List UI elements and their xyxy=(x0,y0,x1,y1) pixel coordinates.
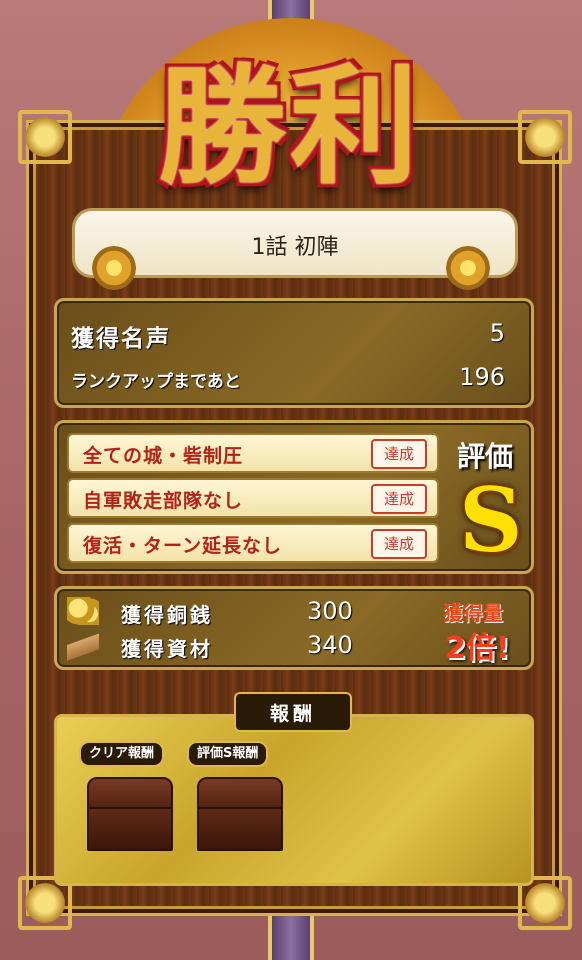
condition-row: 復活・ターン延長なし 達成 xyxy=(67,523,439,563)
reward-header: 報酬 xyxy=(234,692,352,732)
condition-label: 全ての城・砦制圧 xyxy=(83,445,244,467)
reward-header-label: 報酬 xyxy=(269,703,316,725)
conditions-panel: 全ての城・砦制圧 達成 自軍敗走部隊なし 達成 復活・ターン延長なし 達成 評価… xyxy=(54,420,534,574)
fame-label: 獲得名声 xyxy=(71,326,171,352)
coins-icon xyxy=(67,597,99,625)
chrysanthemum-icon xyxy=(92,246,136,290)
copper-coins-label: 獲得銅銭 xyxy=(121,603,213,627)
achieved-stamp: 達成 xyxy=(371,529,427,559)
rank-up-value: 196 xyxy=(459,363,505,391)
copper-coins-value: 300 xyxy=(307,597,353,625)
victory-title: 勝利 xyxy=(157,52,422,202)
treasure-chest-icon[interactable] xyxy=(87,777,173,851)
rewards-panel: クリア報酬 評価S報酬 xyxy=(54,714,534,886)
materials-label: 獲得資材 xyxy=(121,637,213,661)
condition-row: 全ての城・砦制圧 達成 xyxy=(67,433,439,473)
fame-panel: 獲得名声 5 ランクアップまであと 196 xyxy=(54,298,534,408)
bonus-label: 獲得量 xyxy=(443,601,503,625)
bonus-value: 2倍! xyxy=(445,631,510,666)
condition-label: 自軍敗走部隊なし xyxy=(83,490,244,512)
rank-up-label: ランクアップまであと xyxy=(71,372,241,392)
condition-row: 自軍敗走部隊なし 達成 xyxy=(67,478,439,518)
achieved-stamp: 達成 xyxy=(371,484,427,514)
corner-ornament-icon xyxy=(18,110,72,164)
grade-s-reward-tag: 評価S報酬 xyxy=(187,741,269,767)
chrysanthemum-icon xyxy=(446,246,490,290)
fame-value: 5 xyxy=(489,319,505,347)
corner-ornament-icon xyxy=(518,110,572,164)
lumber-icon xyxy=(67,633,99,661)
evaluation-grade: S xyxy=(459,468,523,572)
achieved-stamp: 達成 xyxy=(371,439,427,469)
treasure-chest-icon[interactable] xyxy=(197,777,283,851)
condition-label: 復活・ターン延長なし xyxy=(83,535,283,557)
resources-panel: 獲得銅銭 300 獲得資材 340 獲得量 2倍! xyxy=(54,586,534,670)
materials-value: 340 xyxy=(307,631,353,659)
clear-reward-tag: クリア報酬 xyxy=(79,741,165,767)
